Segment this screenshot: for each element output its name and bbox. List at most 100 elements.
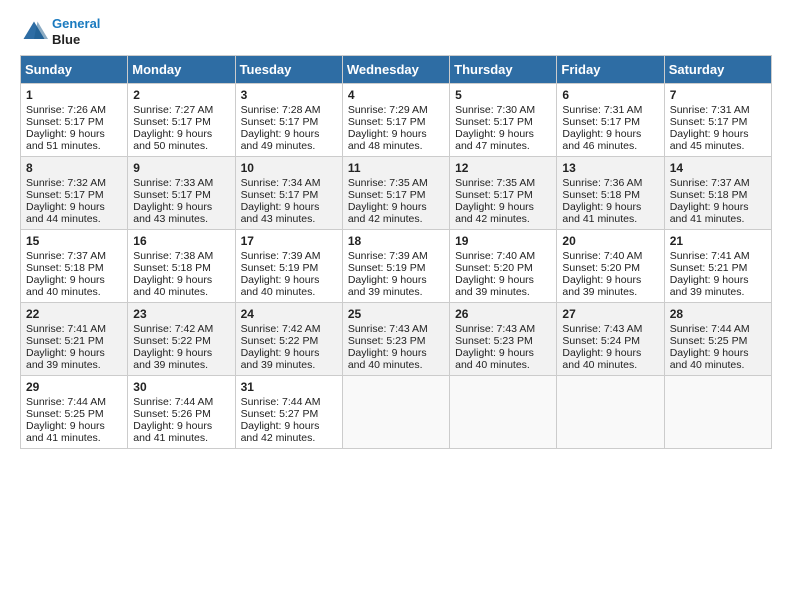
sunrise-label: Sunrise: 7:41 AM (670, 250, 750, 262)
sunrise-label: Sunrise: 7:44 AM (133, 396, 213, 408)
daylight-label: Daylight: 9 hours and 39 minutes. (455, 274, 534, 298)
calendar-day-cell: 12 Sunrise: 7:35 AM Sunset: 5:17 PM Dayl… (450, 157, 557, 230)
daylight-label: Daylight: 9 hours and 40 minutes. (241, 274, 320, 298)
calendar-day-cell (342, 376, 449, 449)
sunset-label: Sunset: 5:22 PM (133, 335, 211, 347)
calendar-day-cell (664, 376, 771, 449)
day-number: 6 (562, 88, 659, 102)
sunrise-label: Sunrise: 7:31 AM (562, 104, 642, 116)
sunrise-label: Sunrise: 7:26 AM (26, 104, 106, 116)
sunset-label: Sunset: 5:17 PM (26, 189, 104, 201)
calendar-week-row: 15 Sunrise: 7:37 AM Sunset: 5:18 PM Dayl… (21, 230, 772, 303)
day-number: 31 (241, 380, 338, 394)
calendar-header-cell: Tuesday (235, 56, 342, 84)
day-number: 7 (670, 88, 767, 102)
calendar-table: SundayMondayTuesdayWednesdayThursdayFrid… (20, 55, 772, 449)
sunset-label: Sunset: 5:17 PM (562, 116, 640, 128)
sunrise-label: Sunrise: 7:43 AM (562, 323, 642, 335)
sunrise-label: Sunrise: 7:29 AM (348, 104, 428, 116)
daylight-label: Daylight: 9 hours and 40 minutes. (133, 274, 212, 298)
day-number: 25 (348, 307, 445, 321)
calendar-day-cell: 5 Sunrise: 7:30 AM Sunset: 5:17 PM Dayli… (450, 84, 557, 157)
sunset-label: Sunset: 5:26 PM (133, 408, 211, 420)
daylight-label: Daylight: 9 hours and 40 minutes. (455, 347, 534, 371)
daylight-label: Daylight: 9 hours and 51 minutes. (26, 128, 105, 152)
calendar-day-cell: 27 Sunrise: 7:43 AM Sunset: 5:24 PM Dayl… (557, 303, 664, 376)
sunset-label: Sunset: 5:17 PM (133, 116, 211, 128)
daylight-label: Daylight: 9 hours and 49 minutes. (241, 128, 320, 152)
sunset-label: Sunset: 5:20 PM (562, 262, 640, 274)
calendar-day-cell: 7 Sunrise: 7:31 AM Sunset: 5:17 PM Dayli… (664, 84, 771, 157)
sunrise-label: Sunrise: 7:35 AM (455, 177, 535, 189)
page-header: General Blue (20, 16, 772, 47)
calendar-day-cell: 14 Sunrise: 7:37 AM Sunset: 5:18 PM Dayl… (664, 157, 771, 230)
sunset-label: Sunset: 5:17 PM (241, 116, 319, 128)
calendar-day-cell: 18 Sunrise: 7:39 AM Sunset: 5:19 PM Dayl… (342, 230, 449, 303)
daylight-label: Daylight: 9 hours and 48 minutes. (348, 128, 427, 152)
daylight-label: Daylight: 9 hours and 40 minutes. (26, 274, 105, 298)
calendar-day-cell: 3 Sunrise: 7:28 AM Sunset: 5:17 PM Dayli… (235, 84, 342, 157)
day-number: 13 (562, 161, 659, 175)
sunrise-label: Sunrise: 7:44 AM (670, 323, 750, 335)
sunrise-label: Sunrise: 7:42 AM (241, 323, 321, 335)
sunset-label: Sunset: 5:17 PM (348, 189, 426, 201)
sunset-label: Sunset: 5:21 PM (670, 262, 748, 274)
calendar-day-cell: 15 Sunrise: 7:37 AM Sunset: 5:18 PM Dayl… (21, 230, 128, 303)
sunrise-label: Sunrise: 7:40 AM (455, 250, 535, 262)
daylight-label: Daylight: 9 hours and 40 minutes. (348, 347, 427, 371)
calendar-day-cell (450, 376, 557, 449)
day-number: 29 (26, 380, 123, 394)
day-number: 15 (26, 234, 123, 248)
sunrise-label: Sunrise: 7:44 AM (26, 396, 106, 408)
sunset-label: Sunset: 5:19 PM (241, 262, 319, 274)
sunrise-label: Sunrise: 7:33 AM (133, 177, 213, 189)
calendar-day-cell: 16 Sunrise: 7:38 AM Sunset: 5:18 PM Dayl… (128, 230, 235, 303)
daylight-label: Daylight: 9 hours and 44 minutes. (26, 201, 105, 225)
sunset-label: Sunset: 5:21 PM (26, 335, 104, 347)
day-number: 11 (348, 161, 445, 175)
daylight-label: Daylight: 9 hours and 46 minutes. (562, 128, 641, 152)
daylight-label: Daylight: 9 hours and 39 minutes. (241, 347, 320, 371)
calendar-day-cell: 25 Sunrise: 7:43 AM Sunset: 5:23 PM Dayl… (342, 303, 449, 376)
sunset-label: Sunset: 5:20 PM (455, 262, 533, 274)
calendar-day-cell: 26 Sunrise: 7:43 AM Sunset: 5:23 PM Dayl… (450, 303, 557, 376)
sunset-label: Sunset: 5:18 PM (670, 189, 748, 201)
day-number: 5 (455, 88, 552, 102)
calendar-day-cell: 1 Sunrise: 7:26 AM Sunset: 5:17 PM Dayli… (21, 84, 128, 157)
calendar-header-cell: Saturday (664, 56, 771, 84)
day-number: 21 (670, 234, 767, 248)
sunset-label: Sunset: 5:25 PM (670, 335, 748, 347)
daylight-label: Daylight: 9 hours and 45 minutes. (670, 128, 749, 152)
calendar-day-cell: 8 Sunrise: 7:32 AM Sunset: 5:17 PM Dayli… (21, 157, 128, 230)
calendar-day-cell: 21 Sunrise: 7:41 AM Sunset: 5:21 PM Dayl… (664, 230, 771, 303)
calendar-day-cell: 29 Sunrise: 7:44 AM Sunset: 5:25 PM Dayl… (21, 376, 128, 449)
calendar-day-cell: 19 Sunrise: 7:40 AM Sunset: 5:20 PM Dayl… (450, 230, 557, 303)
calendar-header-cell: Sunday (21, 56, 128, 84)
day-number: 20 (562, 234, 659, 248)
sunset-label: Sunset: 5:17 PM (455, 189, 533, 201)
calendar-header-cell: Monday (128, 56, 235, 84)
logo: General Blue (20, 16, 100, 47)
sunset-label: Sunset: 5:18 PM (562, 189, 640, 201)
daylight-label: Daylight: 9 hours and 43 minutes. (133, 201, 212, 225)
sunset-label: Sunset: 5:25 PM (26, 408, 104, 420)
calendar-day-cell: 22 Sunrise: 7:41 AM Sunset: 5:21 PM Dayl… (21, 303, 128, 376)
day-number: 24 (241, 307, 338, 321)
calendar-week-row: 1 Sunrise: 7:26 AM Sunset: 5:17 PM Dayli… (21, 84, 772, 157)
sunrise-label: Sunrise: 7:40 AM (562, 250, 642, 262)
sunset-label: Sunset: 5:18 PM (133, 262, 211, 274)
sunset-label: Sunset: 5:19 PM (348, 262, 426, 274)
day-number: 22 (26, 307, 123, 321)
daylight-label: Daylight: 9 hours and 41 minutes. (670, 201, 749, 225)
sunset-label: Sunset: 5:17 PM (670, 116, 748, 128)
sunrise-label: Sunrise: 7:42 AM (133, 323, 213, 335)
calendar-day-cell: 10 Sunrise: 7:34 AM Sunset: 5:17 PM Dayl… (235, 157, 342, 230)
calendar-header-cell: Wednesday (342, 56, 449, 84)
logo-icon (20, 18, 48, 46)
calendar-day-cell: 13 Sunrise: 7:36 AM Sunset: 5:18 PM Dayl… (557, 157, 664, 230)
daylight-label: Daylight: 9 hours and 39 minutes. (348, 274, 427, 298)
sunrise-label: Sunrise: 7:37 AM (26, 250, 106, 262)
calendar-day-cell: 11 Sunrise: 7:35 AM Sunset: 5:17 PM Dayl… (342, 157, 449, 230)
day-number: 23 (133, 307, 230, 321)
sunrise-label: Sunrise: 7:41 AM (26, 323, 106, 335)
